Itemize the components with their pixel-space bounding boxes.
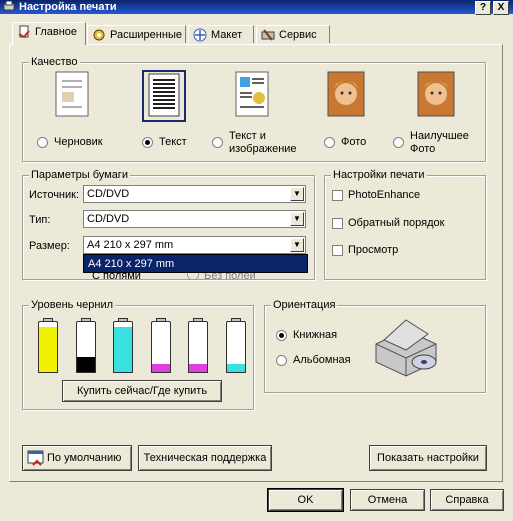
chevron-down-icon[interactable]: ▼ [290, 187, 304, 201]
draft-label: Черновик [54, 136, 103, 148]
tab-layout[interactable]: Макет [188, 25, 254, 43]
paper-group-label: Параметры бумаги [29, 169, 130, 182]
photo-enhance-checkbox[interactable] [332, 190, 343, 201]
gear-icon [93, 29, 105, 41]
text-quality-icon[interactable] [142, 70, 186, 122]
size-label: Размер: [29, 240, 70, 252]
text-image-label-2: изображение [229, 143, 297, 155]
portrait-radio[interactable] [276, 330, 287, 341]
tab-service[interactable]: Сервис [256, 25, 330, 43]
ink-cartridge [150, 318, 171, 373]
quality-group-label: Качество [29, 56, 80, 69]
source-value: CD/DVD [87, 188, 130, 200]
ink-cartridge [113, 318, 133, 373]
help-title-button[interactable]: ? [475, 1, 491, 15]
type-select[interactable]: CD/DVD ▼ [83, 210, 306, 228]
title-bar: Настройка печати ? X [0, 0, 513, 15]
best-photo-quality-icon[interactable] [416, 70, 458, 120]
draft-quality-icon[interactable] [52, 70, 94, 120]
type-value: CD/DVD [87, 213, 130, 225]
text-image-radio[interactable] [212, 137, 223, 148]
tab-service-label: Сервис [279, 29, 317, 41]
best-photo-label-2: Фото [410, 143, 436, 155]
photo-radio[interactable] [324, 137, 335, 148]
source-select[interactable]: CD/DVD ▼ [83, 185, 306, 203]
preview-label: Просмотр [348, 244, 399, 256]
type-label: Тип: [29, 214, 51, 226]
chevron-down-icon[interactable]: ▼ [290, 238, 304, 252]
ink-level-group-label: Уровень чернил [29, 299, 116, 312]
tech-support-button[interactable]: Техническая поддержка [138, 445, 272, 471]
ok-button[interactable]: OK [268, 489, 343, 511]
window-title: Настройка печати [19, 1, 117, 13]
reverse-order-checkbox[interactable] [332, 218, 343, 229]
landscape-radio[interactable] [276, 355, 287, 366]
printer-cd-icon [370, 316, 442, 378]
photo-label: Фото [341, 136, 367, 148]
text-label: Текст [159, 136, 187, 148]
draft-radio[interactable] [37, 137, 48, 148]
size-select[interactable]: A4 210 x 297 mm ▼ [83, 236, 306, 254]
photo-quality-icon[interactable] [326, 70, 368, 120]
tab-advanced[interactable]: Расширенные [87, 25, 186, 43]
ink-cartridge [38, 318, 58, 373]
tab-main[interactable]: Главное [12, 22, 86, 45]
defaults-label: По умолчанию [47, 452, 122, 464]
source-label: Источник: [29, 189, 80, 201]
close-button[interactable]: X [493, 1, 509, 15]
ink-cartridge [75, 318, 96, 373]
best-photo-label-1: Наилучшее [410, 130, 469, 142]
main-tab-icon [18, 25, 30, 39]
text-image-quality-icon[interactable] [231, 70, 273, 120]
defaults-button[interactable]: По умолчанию [22, 445, 132, 471]
portrait-label: Книжная [293, 329, 338, 341]
ink-cartridge [188, 318, 208, 373]
landscape-label: Альбомная [293, 354, 351, 366]
text-radio[interactable] [142, 137, 153, 148]
chevron-down-icon[interactable]: ▼ [290, 212, 304, 226]
photo-enhance-label: PhotoEnhance [348, 189, 421, 201]
tab-layout-label: Макет [211, 29, 243, 41]
preview-checkbox[interactable] [332, 245, 343, 256]
reverse-order-label: Обратный порядок [348, 217, 445, 229]
printer-app-icon [3, 0, 15, 12]
size-value: A4 210 x 297 mm [87, 239, 174, 251]
help-button[interactable]: Справка [430, 489, 504, 511]
best-photo-radio[interactable] [393, 137, 404, 148]
service-tools-icon [261, 29, 275, 41]
ink-cartridge [225, 318, 246, 373]
tab-main-label: Главное [35, 26, 78, 38]
text-image-label-1: Текст и [229, 130, 266, 142]
size-dropdown-option[interactable]: A4 210 x 297 mm [83, 254, 308, 273]
show-settings-button[interactable]: Показать настройки [369, 445, 487, 471]
print-settings-group-label: Настройки печати [331, 169, 427, 182]
cancel-button[interactable]: Отмена [350, 489, 425, 511]
defaults-icon [27, 450, 44, 466]
orientation-group-label: Ориентация [271, 299, 338, 312]
buy-ink-button[interactable]: Купить сейчас/Где купить [62, 380, 222, 402]
layout-arrows-icon [193, 28, 207, 42]
tab-advanced-label: Расширенные [110, 29, 182, 41]
